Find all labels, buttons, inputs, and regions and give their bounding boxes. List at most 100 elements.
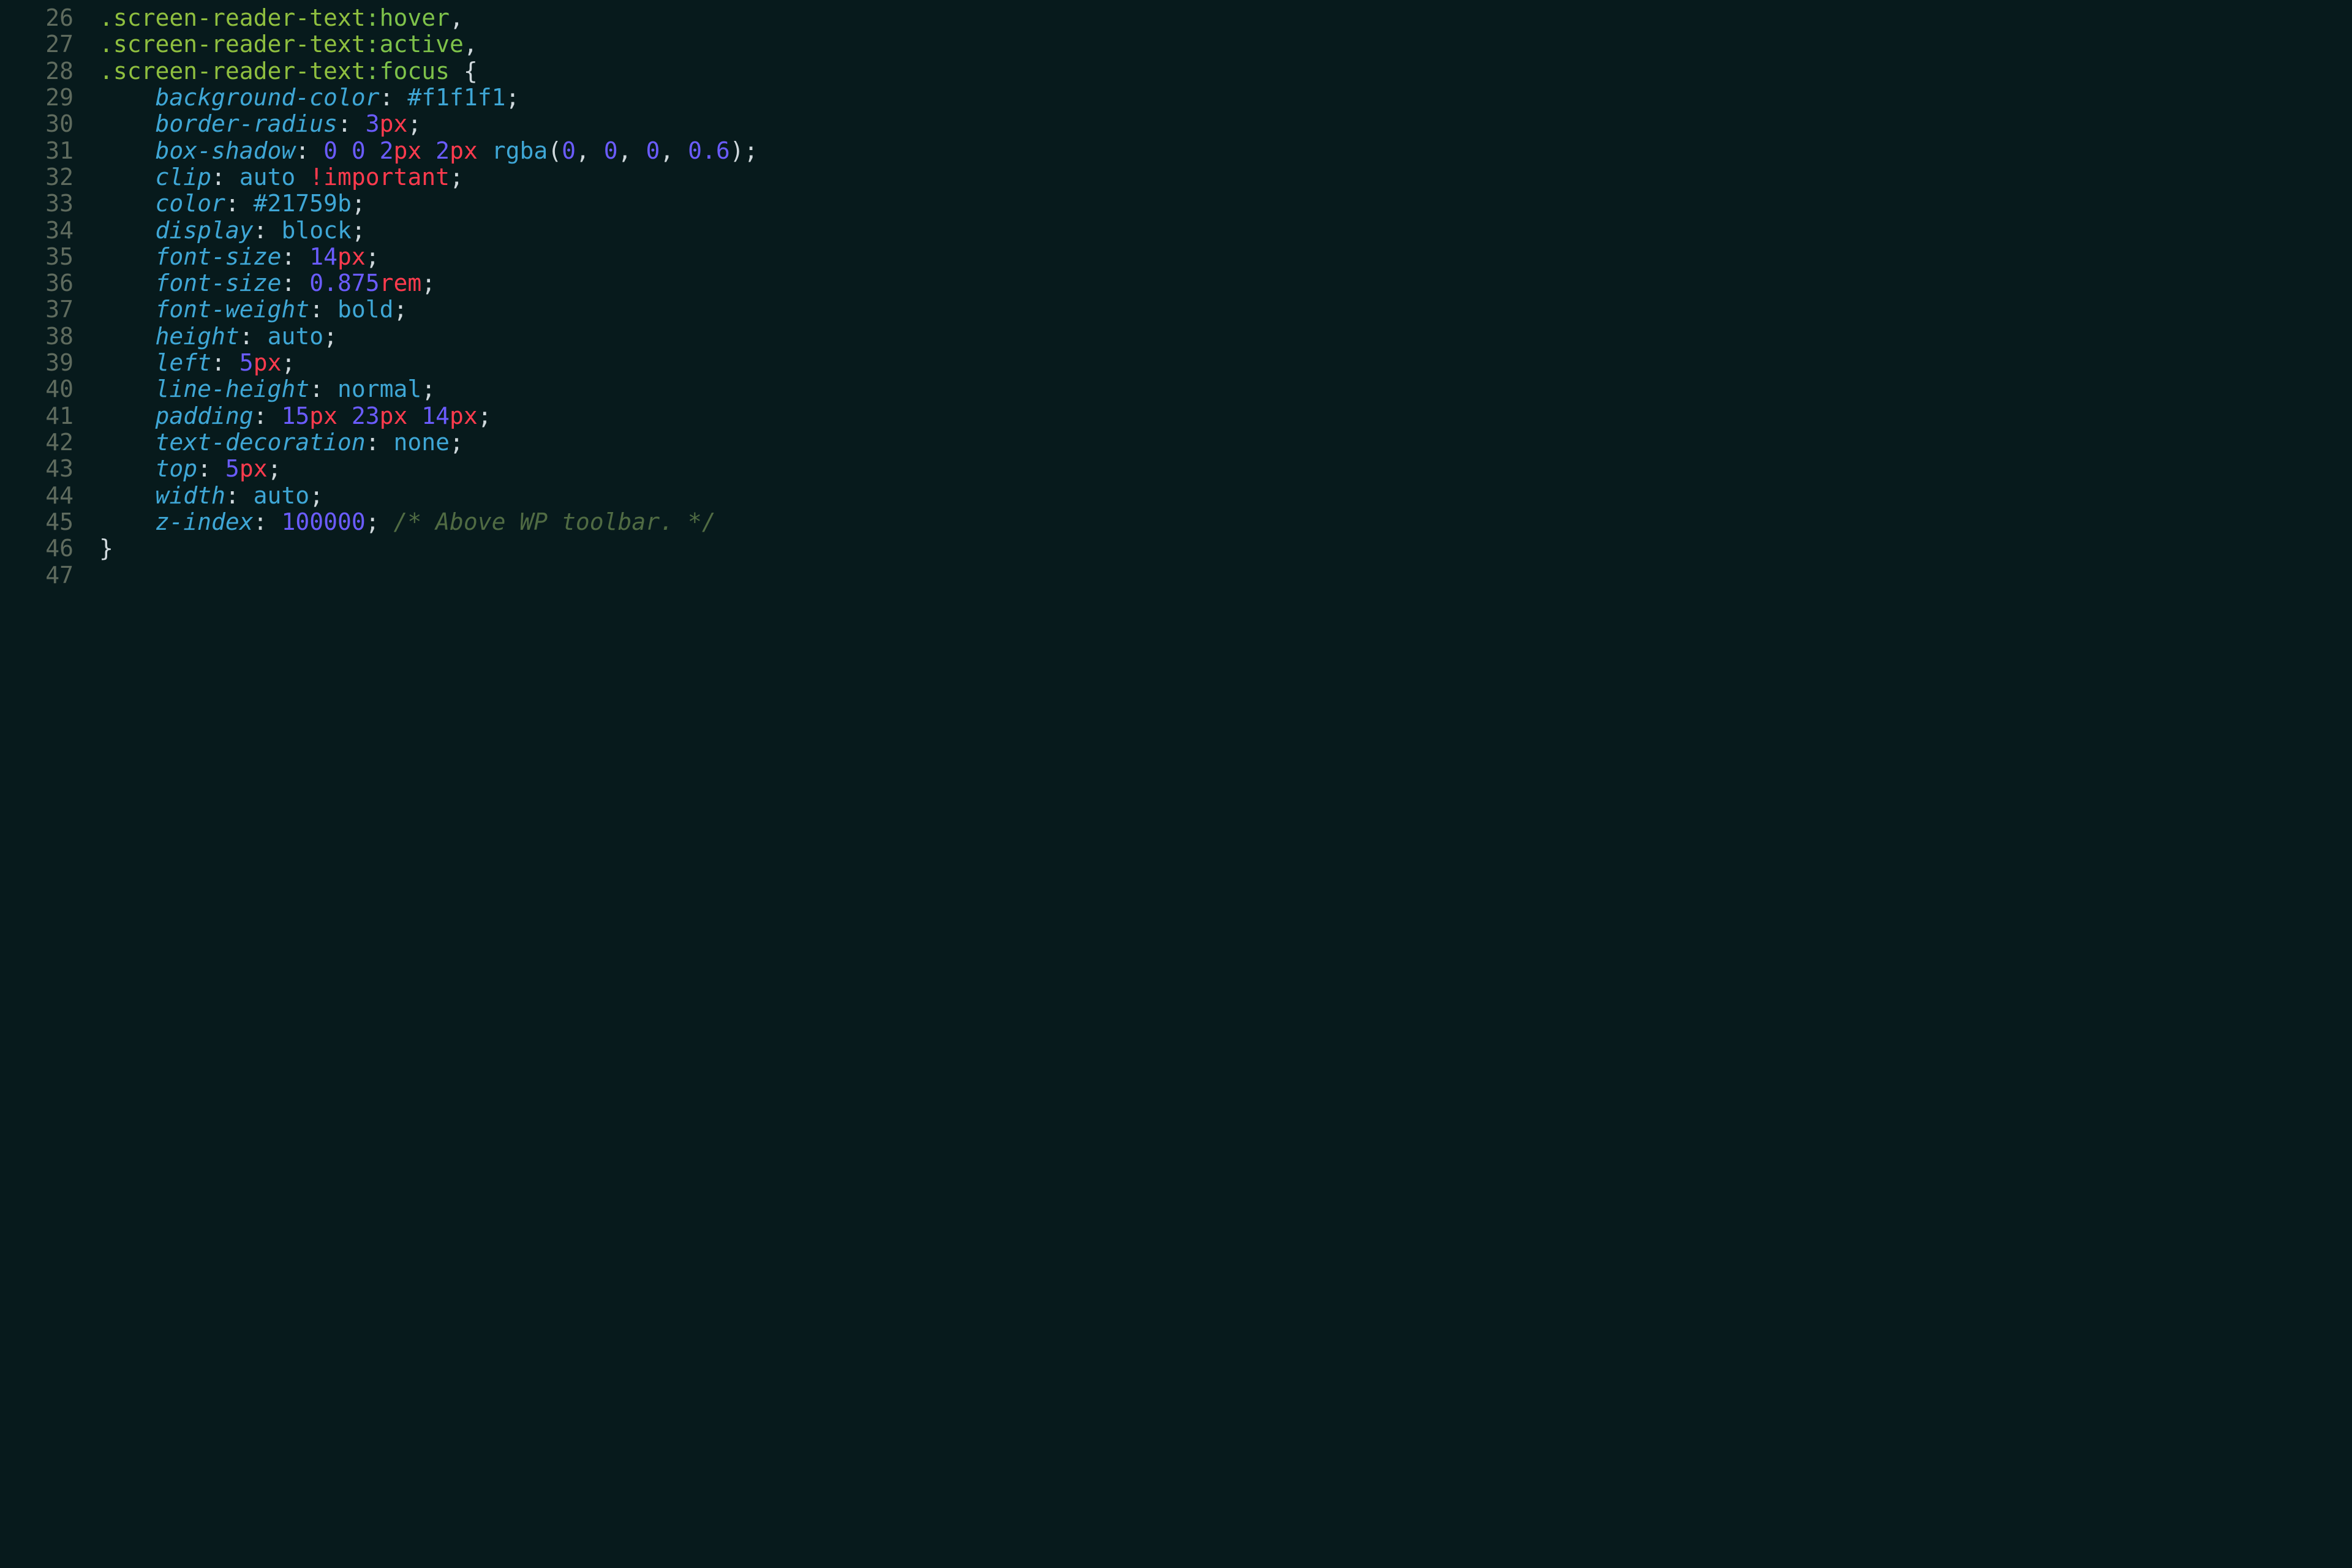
token-punct: ; xyxy=(352,217,366,244)
line-number: 30 xyxy=(0,111,99,137)
token-sel: .screen-reader-text xyxy=(99,58,366,85)
code-line[interactable]: 41 padding: 15px 23px 14px; xyxy=(0,403,2352,429)
code-line[interactable]: 43 top: 5px; xyxy=(0,456,2352,482)
code-line[interactable]: 26.screen-reader-text:hover, xyxy=(0,5,2352,31)
token-punct: ; xyxy=(744,137,758,164)
token-prop: font-size xyxy=(156,243,282,270)
code-content[interactable]: } xyxy=(99,535,2352,562)
token-prop: font-size xyxy=(156,270,282,296)
token-punct xyxy=(407,402,421,429)
token-punct xyxy=(478,137,492,164)
token-val: normal xyxy=(337,375,421,402)
code-content[interactable]: color: #21759b; xyxy=(99,190,2352,217)
token-punct: ; xyxy=(407,110,421,137)
token-punct: , xyxy=(576,137,604,164)
line-number: 41 xyxy=(0,403,99,429)
code-line[interactable]: 28.screen-reader-text:focus { xyxy=(0,58,2352,85)
code-line[interactable]: 31 box-shadow: 0 0 2px 2px rgba(0, 0, 0,… xyxy=(0,138,2352,164)
code-content[interactable]: top: 5px; xyxy=(99,456,2352,482)
token-prop: background-color xyxy=(156,84,380,111)
code-content[interactable]: text-decoration: none; xyxy=(99,429,2352,456)
code-content[interactable]: line-height: normal; xyxy=(99,376,2352,402)
code-content[interactable]: background-color: #f1f1f1; xyxy=(99,85,2352,111)
token-punct xyxy=(450,58,464,85)
code-content[interactable]: left: 5px; xyxy=(99,350,2352,376)
code-content[interactable]: clip: auto !important; xyxy=(99,164,2352,190)
code-line[interactable]: 34 display: block; xyxy=(0,217,2352,244)
code-content[interactable]: z-index: 100000; /* Above WP toolbar. */ xyxy=(99,509,2352,535)
code-content[interactable]: display: block; xyxy=(99,217,2352,244)
token-brace: } xyxy=(99,535,113,562)
token-punct: : xyxy=(225,190,254,217)
token-prop: height xyxy=(156,323,239,350)
line-number: 32 xyxy=(0,164,99,190)
code-line[interactable]: 36 font-size: 0.875rem; xyxy=(0,270,2352,296)
token-unit: px xyxy=(450,402,478,429)
token-num: 100000 xyxy=(281,508,365,535)
token-prop: z-index xyxy=(156,508,254,535)
token-punct: ) xyxy=(730,137,744,164)
line-number: 34 xyxy=(0,217,99,244)
code-line[interactable]: 44 width: auto; xyxy=(0,483,2352,509)
token-args: 0 xyxy=(646,137,660,164)
token-unit: px xyxy=(450,137,478,164)
code-line[interactable]: 46} xyxy=(0,535,2352,562)
code-line[interactable]: 45 z-index: 100000; /* Above WP toolbar.… xyxy=(0,509,2352,535)
code-line[interactable]: 42 text-decoration: none; xyxy=(0,429,2352,456)
token-punct: : xyxy=(254,217,282,244)
code-editor[interactable]: 26.screen-reader-text:hover,27.screen-re… xyxy=(0,0,2352,589)
code-content[interactable]: width: auto; xyxy=(99,483,2352,509)
token-prop: box-shadow xyxy=(156,137,296,164)
token-unit: px xyxy=(380,110,408,137)
token-prop: width xyxy=(156,482,225,509)
line-number: 43 xyxy=(0,456,99,482)
code-line[interactable]: 37 font-weight: bold; xyxy=(0,296,2352,323)
code-line[interactable]: 47 xyxy=(0,562,2352,589)
token-unit: px xyxy=(394,137,422,164)
token-punct xyxy=(421,137,435,164)
token-prop: text-decoration xyxy=(156,429,366,456)
code-content[interactable]: height: auto; xyxy=(99,323,2352,350)
code-line[interactable]: 33 color: #21759b; xyxy=(0,190,2352,217)
token-punct: ; xyxy=(450,429,464,456)
token-punct: ; xyxy=(421,375,435,402)
code-line[interactable]: 38 height: auto; xyxy=(0,323,2352,350)
code-content[interactable]: .screen-reader-text:active, xyxy=(99,31,2352,58)
code-content[interactable]: .screen-reader-text:hover, xyxy=(99,5,2352,31)
token-prop: border-radius xyxy=(156,110,337,137)
token-sel: .screen-reader-text xyxy=(99,31,366,58)
token-punct: ; xyxy=(421,270,435,296)
code-line[interactable]: 40 line-height: normal; xyxy=(0,376,2352,402)
token-punct: : xyxy=(366,429,394,456)
token-imp: !important xyxy=(309,164,450,190)
code-content[interactable]: font-size: 14px; xyxy=(99,244,2352,270)
token-punct xyxy=(337,402,352,429)
code-line[interactable]: 35 font-size: 14px; xyxy=(0,244,2352,270)
code-content[interactable]: padding: 15px 23px 14px; xyxy=(99,403,2352,429)
line-number: 31 xyxy=(0,138,99,164)
code-line[interactable]: 39 left: 5px; xyxy=(0,350,2352,376)
line-number: 36 xyxy=(0,270,99,296)
code-content[interactable]: border-radius: 3px; xyxy=(99,111,2352,137)
code-line[interactable]: 32 clip: auto !important; xyxy=(0,164,2352,190)
token-prop: display xyxy=(156,217,254,244)
token-val: none xyxy=(393,429,450,456)
token-prop: padding xyxy=(156,402,254,429)
token-unit: px xyxy=(239,455,268,482)
code-line[interactable]: 27.screen-reader-text:active, xyxy=(0,31,2352,58)
code-content[interactable]: box-shadow: 0 0 2px 2px rgba(0, 0, 0, 0.… xyxy=(99,138,2352,164)
token-num: 15 xyxy=(281,402,309,429)
token-punct: , xyxy=(618,137,646,164)
token-num: 5 xyxy=(239,349,254,376)
line-number: 38 xyxy=(0,323,99,350)
code-line[interactable]: 29 background-color: #f1f1f1; xyxy=(0,85,2352,111)
token-punct xyxy=(366,137,380,164)
token-punct: ( xyxy=(548,137,562,164)
code-line[interactable]: 30 border-radius: 3px; xyxy=(0,111,2352,137)
code-content[interactable]: .screen-reader-text:focus { xyxy=(99,58,2352,85)
token-prop: clip xyxy=(156,164,212,190)
line-number: 46 xyxy=(0,535,99,562)
token-num: 14 xyxy=(309,243,337,270)
code-content[interactable]: font-weight: bold; xyxy=(99,296,2352,323)
code-content[interactable]: font-size: 0.875rem; xyxy=(99,270,2352,296)
